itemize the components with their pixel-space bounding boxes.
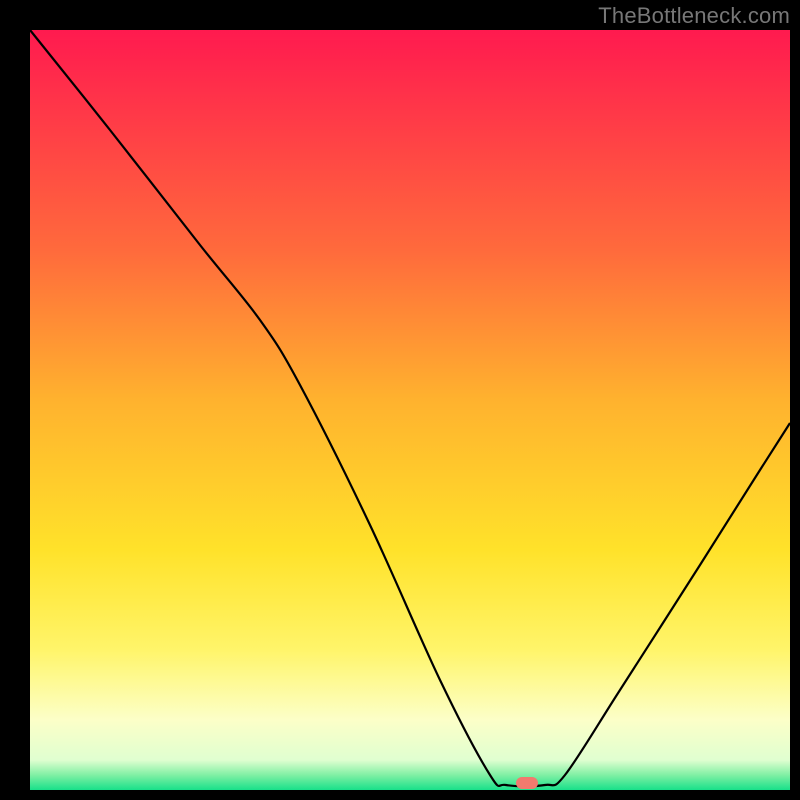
minimum-marker bbox=[516, 777, 538, 789]
chart-svg bbox=[0, 0, 800, 800]
chart-container: TheBottleneck.com bbox=[0, 0, 800, 800]
watermark-text: TheBottleneck.com bbox=[598, 3, 790, 29]
plot-area bbox=[30, 30, 790, 790]
